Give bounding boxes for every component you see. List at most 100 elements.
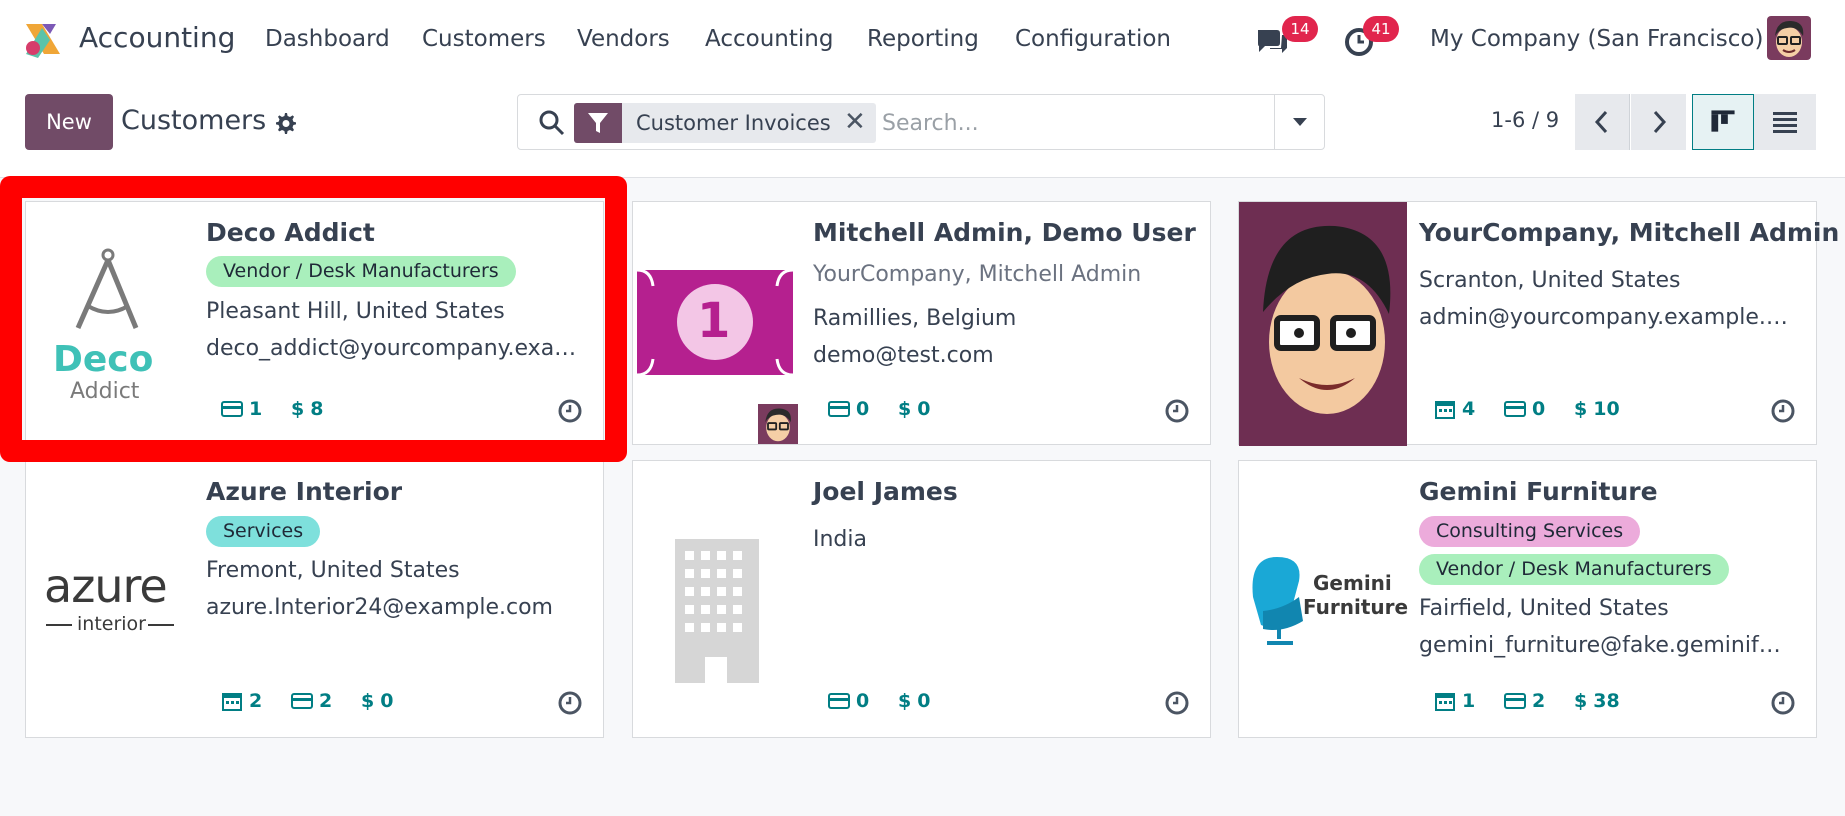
credit-card-icon <box>221 401 243 417</box>
nav-vendors[interactable]: Vendors <box>577 26 670 52</box>
kanban-icon <box>1711 110 1735 132</box>
control-panel: New Customers Customer Invoices ✕ 1-6 / … <box>0 80 1845 178</box>
invoices-stat[interactable]: 2 <box>291 690 332 712</box>
invoices-count: 0 <box>856 690 870 712</box>
company-switcher[interactable]: My Company (San Francisco) <box>1430 26 1763 52</box>
search-options-toggle[interactable] <box>1274 95 1324 149</box>
chevron-left-icon <box>1594 110 1608 134</box>
amount-value: 0 <box>917 690 931 712</box>
gear-icon[interactable] <box>273 111 297 135</box>
customer-card-gemini-furniture[interactable]: Gemini Furniture Gemini Furniture Consul… <box>1238 460 1817 738</box>
invoices-stat[interactable]: 0 <box>828 690 869 712</box>
invoices-count: 2 <box>1532 690 1546 712</box>
credit-card-icon <box>828 401 850 417</box>
nav-dashboard[interactable]: Dashboard <box>265 26 390 52</box>
customer-email: admin@yourcompany.example.… <box>1419 305 1788 330</box>
page-title: Customers <box>121 105 267 136</box>
main-navbar: Accounting Dashboard Customers Vendors A… <box>0 0 1845 80</box>
new-button[interactable]: New <box>25 94 113 150</box>
customer-name: Azure Interior <box>206 477 403 506</box>
meetings-stat[interactable]: 1 <box>1434 690 1475 712</box>
tag-badge: Services <box>206 516 321 547</box>
invoices-count: 2 <box>319 690 333 712</box>
invoices-count: 1 <box>249 398 263 420</box>
activities-badge: 41 <box>1363 16 1399 42</box>
related-user-avatar <box>757 404 799 444</box>
nav-configuration[interactable]: Configuration <box>1015 26 1171 52</box>
meetings-stat[interactable]: 2 <box>221 690 262 712</box>
calendar-icon <box>222 693 242 711</box>
clock-icon[interactable] <box>1164 398 1190 424</box>
remove-facet-icon[interactable]: ✕ <box>844 107 866 137</box>
logo-text-main: Gemini <box>1313 571 1392 595</box>
calendar-icon <box>1435 693 1455 711</box>
logo-text-main: 1 <box>697 293 731 349</box>
invoices-stat[interactable]: 1 <box>221 398 262 420</box>
invoices-count: 0 <box>1532 398 1546 420</box>
clock-icon[interactable] <box>1770 398 1796 424</box>
clock-icon[interactable] <box>557 398 583 424</box>
amount-stat[interactable]: $ 0 <box>898 398 930 420</box>
customer-email: deco_addict@yourcompany.exa… <box>206 336 577 361</box>
amount-value: 10 <box>1593 398 1620 420</box>
search-facet: Customer Invoices ✕ <box>574 103 876 143</box>
pager-next-button[interactable] <box>1631 94 1686 150</box>
search-input[interactable] <box>882 103 1262 143</box>
logo-text-sub: Furniture <box>1303 595 1409 619</box>
logo-text-main: Deco <box>53 339 154 380</box>
pager-value[interactable]: 1-6 / 9 <box>1491 108 1559 132</box>
pager-previous-button[interactable] <box>1575 94 1630 150</box>
logo-text-sub: Addict <box>70 379 140 404</box>
clock-icon[interactable] <box>1770 690 1796 716</box>
tag-badge: Vendor / Desk Manufacturers <box>1419 554 1729 585</box>
amount-stat[interactable]: $ 8 <box>291 398 323 420</box>
customer-email: gemini_furniture@fake.geminif… <box>1419 633 1781 658</box>
clock-icon[interactable] <box>557 690 583 716</box>
dollar-icon: $ <box>1574 398 1588 420</box>
invoices-stat[interactable]: 0 <box>1504 398 1545 420</box>
messages-badge: 14 <box>1282 16 1318 42</box>
amount-stat[interactable]: $ 10 <box>1574 398 1620 420</box>
credit-card-icon <box>291 693 313 709</box>
customer-email: azure.Interior24@example.com <box>206 595 553 620</box>
dollar-icon: $ <box>291 398 305 420</box>
search-icon[interactable] <box>538 109 566 137</box>
customer-logo: Gemini Furniture <box>1239 461 1409 737</box>
filter-facet-icon-box <box>574 103 622 143</box>
nav-accounting[interactable]: Accounting <box>705 26 833 52</box>
customer-name: Deco Addict <box>206 218 375 247</box>
accounting-app-logo-icon[interactable] <box>22 20 64 58</box>
amount-stat[interactable]: $ 38 <box>1574 690 1620 712</box>
customer-card-azure-interior[interactable]: azure interior Azure Interior Services F… <box>25 460 604 738</box>
invoices-stat[interactable]: 0 <box>828 398 869 420</box>
amount-value: 38 <box>1593 690 1620 712</box>
customer-card-yourcompany-mitchell-admin[interactable]: YourCompany, Mitchell Admin Scranton, Un… <box>1238 201 1839 446</box>
customer-logo: Deco Addict <box>26 202 194 444</box>
nav-customers[interactable]: Customers <box>422 26 546 52</box>
user-avatar[interactable] <box>1767 16 1811 60</box>
invoices-stat[interactable]: 2 <box>1504 690 1545 712</box>
customer-photo <box>1239 202 1407 446</box>
meetings-stat[interactable]: 4 <box>1434 398 1475 420</box>
invoices-count: 0 <box>856 398 870 420</box>
customer-location: Fairfield, United States <box>1419 596 1669 621</box>
customer-card-mitchell-admin-demo-user[interactable]: 1 Mitchell Admin, Demo User YourCompany,… <box>632 201 1211 445</box>
customer-card-deco-addict[interactable]: Deco Addict Deco Addict Vendor / Desk Ma… <box>25 201 604 445</box>
amount-stat[interactable]: $ 0 <box>361 690 393 712</box>
dollar-icon: $ <box>898 398 912 420</box>
tag-badge: Vendor / Desk Manufacturers <box>206 256 516 287</box>
kanban-view-button[interactable] <box>1692 94 1754 150</box>
nav-reporting[interactable]: Reporting <box>867 26 979 52</box>
clock-icon[interactable] <box>1164 690 1190 716</box>
logo-text-sub: interior <box>77 613 146 635</box>
dollar-icon: $ <box>361 690 375 712</box>
amount-stat[interactable]: $ 0 <box>898 690 930 712</box>
list-view-button[interactable] <box>1754 94 1816 150</box>
amount-value: 8 <box>310 398 324 420</box>
customer-name: Gemini Furniture <box>1419 477 1658 506</box>
customer-location: Fremont, United States <box>206 558 460 583</box>
credit-card-icon <box>828 693 850 709</box>
customer-card-joel-james[interactable]: Joel James India 0 $ 0 <box>632 460 1211 738</box>
app-name[interactable]: Accounting <box>79 21 235 54</box>
meetings-count: 1 <box>1462 690 1476 712</box>
